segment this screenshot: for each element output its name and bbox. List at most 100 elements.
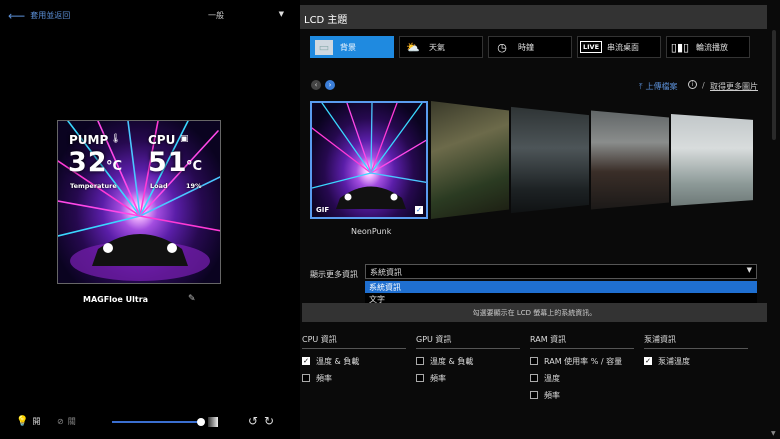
- theme-thumb-name: NeonPunk: [351, 227, 392, 236]
- tab-background[interactable]: ▭ 背景: [310, 36, 394, 58]
- divider: /: [702, 81, 705, 90]
- tab-label: 天氣: [429, 42, 445, 52]
- tab-clock[interactable]: ◷ 時鐘: [488, 36, 572, 58]
- device-name: MAGFloe Ultra: [83, 295, 149, 304]
- theme-thumb[interactable]: [671, 113, 753, 207]
- theme-tabs: ▭ 背景 ⛅ 天氣 ◷ 時鐘 LIVE 串流桌面 ▯▮▯ 輪流播放: [310, 36, 750, 58]
- checkbox-icon[interactable]: [416, 357, 424, 365]
- checkbox-label: 溫度 & 負載: [430, 356, 474, 366]
- cpu-load-percent: 19%: [186, 182, 202, 190]
- scrollbar-thumb[interactable]: [772, 30, 776, 140]
- brightness-slider-knob[interactable]: [197, 418, 205, 426]
- ram-usage-checkbox[interactable]: RAM 使用率 % / 容量: [530, 356, 634, 366]
- brightness-slider[interactable]: [112, 418, 205, 426]
- gpu-frequency-checkbox[interactable]: 頻率: [416, 373, 520, 383]
- option-system-info[interactable]: 系統資訊: [365, 281, 757, 293]
- checkbox-icon[interactable]: [530, 391, 538, 399]
- info-type-value: 系統資訊: [370, 268, 402, 277]
- arrow-left-icon: ⟵: [8, 8, 26, 23]
- light-on-button[interactable]: 💡 開: [16, 416, 40, 427]
- info-icon[interactable]: i: [688, 80, 697, 89]
- theme-thumb[interactable]: [511, 106, 589, 214]
- checkbox-checked-icon[interactable]: ✓: [644, 357, 652, 365]
- pump-value: 32: [68, 147, 108, 178]
- page-title: LCD 主題: [300, 5, 767, 29]
- tab-weather[interactable]: ⛅ 天氣: [399, 36, 483, 58]
- light-on-label: 開: [32, 417, 41, 426]
- light-off-label: 關: [67, 417, 76, 426]
- upload-file-link[interactable]: ⤒ 上傳檔案: [639, 81, 678, 92]
- gif-badge: GIF: [316, 206, 330, 214]
- tab-label: 輪流播放: [696, 42, 728, 52]
- rotate-left-icon[interactable]: ↺: [248, 414, 258, 428]
- tab-label: 時鐘: [518, 42, 534, 52]
- chevron-down-icon: ▼: [746, 266, 752, 274]
- ram-temp-checkbox[interactable]: 溫度: [530, 373, 634, 383]
- cpu-temp-load-checkbox[interactable]: ✓ 溫度 & 負載: [302, 356, 406, 366]
- scrollbar[interactable]: ▼: [771, 0, 777, 439]
- brightness-gradient-icon: [208, 417, 218, 427]
- get-more-images-link[interactable]: 取得更多圖片: [710, 81, 758, 92]
- prev-page-button[interactable]: ‹: [311, 80, 321, 90]
- theme-thumb[interactable]: [591, 110, 669, 210]
- checkbox-label: 頻率: [430, 373, 446, 383]
- theme-thumb-neonpunk[interactable]: GIF ✓: [310, 101, 428, 219]
- clock-icon: ◷: [497, 40, 507, 54]
- neon-tunnel-thumb-art: [312, 103, 426, 209]
- apply-and-return-link[interactable]: ⟵ 套用並返回: [8, 8, 71, 23]
- preview-controls: 💡 開 ⊘ 關 ↺ ↻: [0, 412, 292, 432]
- checkbox-icon[interactable]: [530, 374, 538, 382]
- pump-label: PUMP: [69, 133, 109, 147]
- chevron-down-icon: ▼: [278, 10, 284, 18]
- checkbox-checked-icon[interactable]: ✓: [302, 357, 310, 365]
- apply-and-return-label: 套用並返回: [30, 11, 71, 20]
- cpu-label: CPU: [148, 133, 176, 147]
- bulb-icon: 💡: [16, 416, 29, 427]
- checkbox-icon[interactable]: [416, 374, 424, 382]
- gpu-temp-load-checkbox[interactable]: 溫度 & 負載: [416, 356, 520, 366]
- mode-dropdown[interactable]: 一般 ▼: [208, 10, 284, 21]
- checkbox-icon[interactable]: [302, 374, 310, 382]
- scroll-down-icon[interactable]: ▼: [771, 430, 776, 437]
- live-icon: LIVE: [579, 40, 603, 55]
- more-info-label: 顯示更多資訊: [310, 270, 358, 279]
- checkbox-label: 溫度 & 負載: [316, 356, 360, 366]
- tab-live-desktop[interactable]: LIVE 串流桌面: [577, 36, 661, 58]
- tab-label: 串流桌面: [607, 42, 639, 52]
- upload-icon: ⤒: [639, 81, 643, 91]
- info-type-options: 系統資訊 文字: [365, 281, 757, 305]
- cpu-info-group: CPU 資訊 ✓ 溫度 & 負載 頻率: [302, 334, 406, 383]
- theme-thumb[interactable]: [431, 101, 509, 219]
- mode-dropdown-value: 一般: [208, 11, 224, 20]
- upload-label: 上傳檔案: [645, 82, 678, 91]
- weather-icon: ⛅: [406, 40, 420, 54]
- checkbox-label: 泵浦溫度: [658, 356, 690, 366]
- next-page-button[interactable]: ›: [325, 80, 335, 90]
- bulb-off-icon: ⊘: [57, 417, 64, 426]
- info-type-dropdown[interactable]: 系統資訊 ▼: [365, 264, 757, 279]
- cpu-frequency-checkbox[interactable]: 頻率: [302, 373, 406, 383]
- checkbox-label: 溫度: [544, 373, 560, 383]
- ram-frequency-checkbox[interactable]: 頻率: [530, 390, 634, 400]
- pencil-icon[interactable]: ✎: [188, 294, 196, 304]
- pump-info-group: 泵浦資訊 ✓ 泵浦溫度: [644, 334, 748, 366]
- rotate-right-icon[interactable]: ↻: [264, 414, 274, 428]
- lcd-preview: PUMP 🌡 CPU ▣ 32 °C 51 °C Temperature Loa…: [57, 120, 221, 284]
- thermometer-icon: 🌡: [110, 134, 122, 144]
- carousel-icon: ▯▮▯: [670, 40, 690, 54]
- tab-label: 背景: [340, 42, 356, 52]
- pump-temp-checkbox[interactable]: ✓ 泵浦溫度: [644, 356, 748, 366]
- group-title: RAM 資訊: [530, 334, 634, 349]
- checkbox-icon[interactable]: [530, 357, 538, 365]
- lcd-theme-pane: LCD 主題 ▭ 背景 ⛅ 天氣 ◷ 時鐘 LIVE 串流桌面 ▯▮▯ 輪流播放…: [300, 0, 780, 439]
- group-title: GPU 資訊: [416, 334, 520, 349]
- pump-unit: °C: [106, 159, 123, 174]
- gpu-info-group: GPU 資訊 溫度 & 負載 頻率: [416, 334, 520, 383]
- chip-icon: ▣: [180, 134, 189, 144]
- checkbox-label: 頻率: [544, 390, 560, 400]
- group-title: 泵浦資訊: [644, 334, 748, 349]
- light-off-button[interactable]: ⊘ 關: [57, 416, 76, 427]
- image-icon: ▭: [315, 39, 333, 55]
- check-icon: ✓: [415, 206, 423, 214]
- tab-carousel[interactable]: ▯▮▯ 輪流播放: [666, 36, 750, 58]
